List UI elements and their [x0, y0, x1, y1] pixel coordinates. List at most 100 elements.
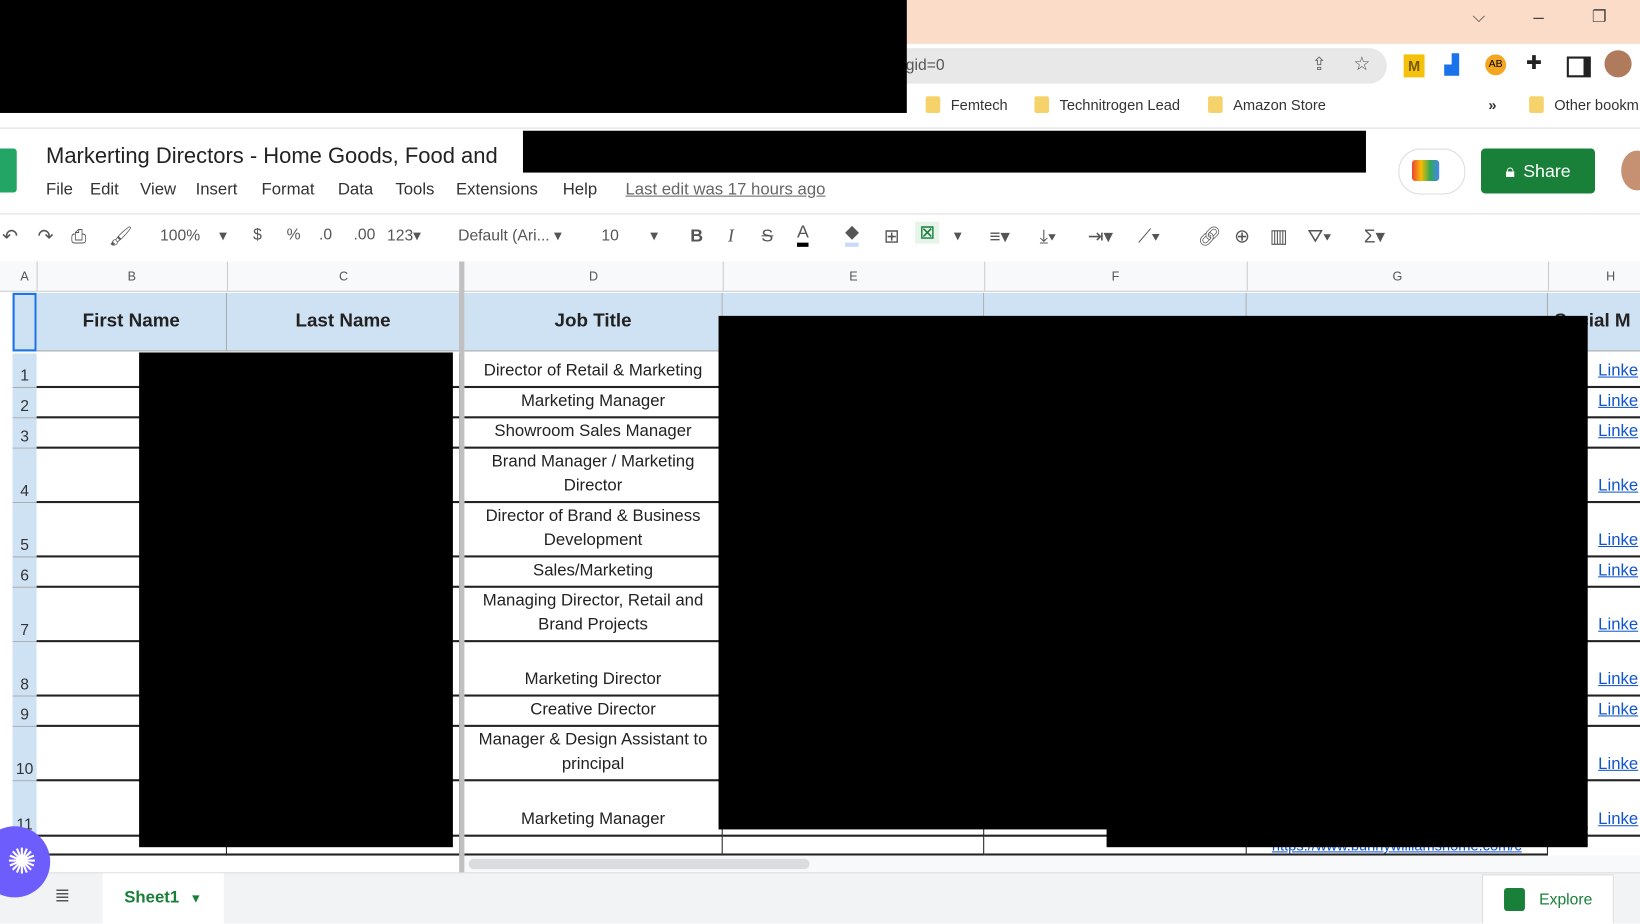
- column-header-a[interactable]: A: [13, 261, 38, 291]
- font-size-select[interactable]: 10 ▾: [601, 226, 664, 245]
- borders-icon[interactable]: ⊞: [884, 226, 900, 248]
- functions-button[interactable]: Σ▾: [1364, 226, 1385, 248]
- paint-format-icon[interactable]: 🖌︎: [109, 226, 133, 248]
- header-job-title[interactable]: Job Title: [464, 292, 723, 352]
- undo-icon[interactable]: ↶: [2, 226, 18, 248]
- other-bookmarks[interactable]: Other bookm: [1529, 96, 1639, 113]
- vertical-align-icon[interactable]: ⤓▾: [1040, 226, 1056, 248]
- meet-button[interactable]: [1398, 148, 1466, 195]
- merge-cells-icon[interactable]: ⊠: [915, 221, 940, 244]
- zoom-select[interactable]: 100% ▾: [160, 226, 227, 245]
- filter-icon[interactable]: ⛛▾: [1307, 226, 1331, 248]
- selected-cell-a-header[interactable]: [12, 292, 37, 352]
- column-header-c[interactable]: C: [227, 261, 462, 291]
- profile-avatar[interactable]: [1604, 50, 1632, 78]
- column-header-h[interactable]: H: [1548, 261, 1640, 290]
- text-color-button[interactable]: A: [796, 222, 809, 247]
- header-last-name[interactable]: Last Name: [226, 292, 461, 352]
- menu-insert[interactable]: Insert: [196, 181, 238, 200]
- doc-title[interactable]: Markerting Directors - Home Goods, Food …: [46, 144, 498, 169]
- font-select[interactable]: Default (Ari... ▾: [458, 226, 571, 245]
- row-header[interactable]: 9: [12, 696, 37, 727]
- all-sheets-icon[interactable]: ≣: [54, 885, 70, 907]
- extensions-puzzle-icon[interactable]: ✚: [1526, 52, 1542, 74]
- address-bar[interactable]: gid=0 ⇪ ☆: [878, 48, 1387, 84]
- row-header[interactable]: 1: [12, 353, 37, 389]
- align-left-icon[interactable]: ≡▾: [989, 226, 1009, 248]
- account-avatar[interactable]: [1621, 150, 1640, 191]
- text-wrap-icon[interactable]: ⇥▾: [1088, 226, 1113, 248]
- job-title-cell[interactable]: Managing Director, Retail and Brand Proj…: [464, 587, 723, 643]
- explore-button[interactable]: Explore: [1482, 874, 1614, 924]
- row-header[interactable]: 6: [12, 557, 37, 588]
- share-button[interactable]: 🔒︎ Share: [1481, 148, 1596, 194]
- side-panel-icon[interactable]: [1566, 56, 1591, 78]
- menu-file[interactable]: File: [46, 181, 73, 200]
- job-title-cell[interactable]: Showroom Sales Manager: [464, 418, 723, 449]
- text-rotation-icon[interactable]: ⟋▾: [1138, 226, 1160, 248]
- share-page-icon[interactable]: ⇪: [1312, 54, 1327, 75]
- menu-tools[interactable]: Tools: [395, 181, 434, 200]
- job-title-cell[interactable]: Sales/Marketing: [464, 557, 723, 588]
- job-title-cell[interactable]: Marketing Manager: [464, 781, 723, 837]
- insert-chart-icon[interactable]: ▥: [1270, 226, 1288, 248]
- redo-icon[interactable]: ↷: [38, 226, 54, 248]
- menu-edit[interactable]: Edit: [90, 181, 119, 200]
- extension-chart-icon[interactable]: ▟: [1444, 54, 1458, 76]
- currency-button[interactable]: $: [253, 226, 262, 244]
- row-header[interactable]: 2: [12, 388, 37, 419]
- tab-search-icon[interactable]: ⌵: [1473, 8, 1486, 27]
- italic-button[interactable]: I: [728, 226, 734, 247]
- insert-link-icon[interactable]: 🔗︎: [1198, 226, 1222, 248]
- row-header[interactable]: 8: [12, 642, 37, 697]
- column-header-f[interactable]: F: [984, 261, 1248, 291]
- job-title-cell[interactable]: Creative Director: [464, 696, 723, 727]
- bold-button[interactable]: B: [690, 226, 703, 247]
- job-title-cell[interactable]: Manager & Design Assistant to principal: [464, 726, 723, 782]
- bookmark-technitrogen[interactable]: Technitrogen Lead: [1034, 96, 1180, 113]
- decrease-decimal-button[interactable]: .0: [319, 226, 332, 244]
- last-edit-link[interactable]: Last edit was 17 hours ago: [625, 181, 825, 200]
- sheets-logo-icon[interactable]: [0, 148, 17, 193]
- increase-decimal-button[interactable]: .00: [354, 226, 376, 244]
- menu-format[interactable]: Format: [261, 181, 314, 200]
- row-header[interactable]: 7: [12, 587, 37, 643]
- menu-help[interactable]: Help: [563, 181, 597, 200]
- percent-button[interactable]: %: [287, 226, 301, 244]
- job-title-cell[interactable]: Marketing Director: [464, 642, 723, 697]
- job-title-cell[interactable]: Director of Brand & Business Development: [464, 503, 723, 558]
- row-header[interactable]: 5: [12, 503, 37, 558]
- menu-view[interactable]: View: [140, 181, 176, 200]
- job-title-cell[interactable]: Brand Manager / Marketing Director: [464, 448, 723, 504]
- bookmark-amazon-store[interactable]: Amazon Store: [1208, 96, 1326, 113]
- frozen-column-divider[interactable]: [459, 261, 465, 873]
- fill-color-icon[interactable]: ◆: [845, 222, 859, 247]
- column-header-d[interactable]: D: [464, 261, 724, 291]
- extension-m-icon[interactable]: M: [1403, 54, 1425, 78]
- bookmark-femtech[interactable]: Femtech: [925, 96, 1008, 113]
- more-formats-button[interactable]: 123▾: [387, 226, 421, 245]
- bookmark-star-icon[interactable]: ☆: [1353, 53, 1370, 75]
- merge-dropdown-icon[interactable]: ▾: [954, 226, 962, 245]
- row-header[interactable]: 3: [12, 418, 37, 449]
- column-header-e[interactable]: E: [723, 261, 986, 291]
- column-header-b[interactable]: B: [37, 261, 229, 291]
- menu-data[interactable]: Data: [338, 181, 373, 200]
- empty-cell[interactable]: [722, 836, 985, 856]
- menu-extensions[interactable]: Extensions: [456, 181, 538, 200]
- more-bookmarks-button[interactable]: »: [1488, 96, 1496, 113]
- horizontal-scrollbar-thumb[interactable]: [468, 858, 810, 870]
- insert-comment-icon[interactable]: ⊕: [1234, 226, 1250, 248]
- minimize-icon[interactable]: –: [1533, 6, 1543, 28]
- empty-cell[interactable]: [464, 836, 723, 856]
- row-header[interactable]: 10: [12, 726, 37, 782]
- extension-ab-icon[interactable]: AB: [1485, 54, 1507, 76]
- job-title-cell[interactable]: Marketing Manager: [464, 388, 723, 419]
- header-first-name[interactable]: First Name: [36, 292, 227, 352]
- sheet-tab-sheet1[interactable]: Sheet1 ▼: [102, 873, 224, 924]
- restore-icon[interactable]: ❐: [1592, 6, 1607, 27]
- strikethrough-button[interactable]: S: [761, 226, 773, 247]
- row-header[interactable]: 4: [12, 448, 37, 504]
- job-title-cell[interactable]: Director of Retail & Marketing: [464, 353, 723, 389]
- column-header-g[interactable]: G: [1247, 261, 1550, 291]
